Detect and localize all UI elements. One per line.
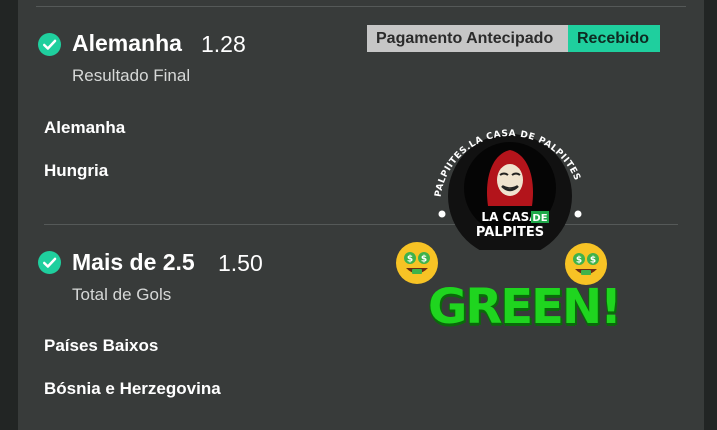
received-badge: Recebido [568,25,660,52]
team-away: Hungria [44,161,109,180]
selection-odds: 1.50 [218,250,263,276]
market-name: Total de Gols [72,285,172,304]
svg-text:$: $ [421,255,427,265]
check-circle-icon [38,251,61,274]
logo-line1: LA CASA [481,210,539,224]
green-result-text: GREEN! [428,279,622,335]
svg-text:PALPITES: PALPITES [476,225,544,240]
team-home: Países Baixos [44,336,159,355]
team-away: Bósnia e Herzegovina [44,379,221,398]
svg-text:$: $ [590,256,596,266]
svg-text:$: $ [576,256,582,266]
top-divider [36,6,686,7]
market-name: Resultado Final [72,66,191,85]
early-payout-badge: Pagamento Antecipado [367,25,568,52]
check-circle-icon [38,33,61,56]
svg-text:DE: DE [532,213,547,224]
logo-line1-tag: DE [532,213,547,224]
svg-text:LA CASA: LA CASA [481,210,539,224]
bet-slip-panel [18,0,704,430]
selection-odds: 1.28 [201,31,246,57]
selection-title: Alemanha [72,30,182,56]
team-home: Alemanha [44,118,126,137]
svg-text:$: $ [407,255,413,265]
la-casa-de-palpites-logo: PALPIITES.LA CASA DE PALPIITES LA CASA D… [434,129,582,250]
selection-title: Mais de 2.5 [72,249,195,275]
logo-line2: PALPITES [476,225,544,240]
